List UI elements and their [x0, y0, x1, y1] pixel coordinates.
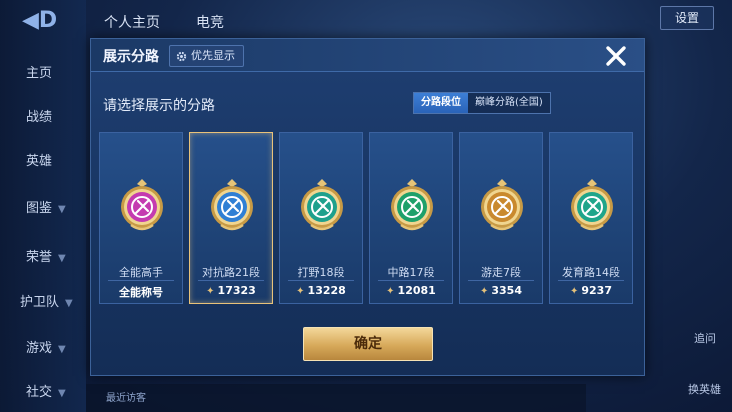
jungle-emblem-icon	[301, 179, 343, 231]
chevron-down-icon: ▼	[58, 253, 66, 264]
segment-peak-lane[interactable]: 巅峰分路(全国)	[468, 93, 550, 113]
settings-button[interactable]: 设置	[660, 6, 714, 30]
close-icon[interactable]	[603, 43, 629, 69]
nav-label: 英雄	[26, 154, 53, 169]
lane-card[interactable]: 游走7段 ✦ 3354	[459, 132, 543, 304]
lane-score: ✦ 17323	[190, 284, 272, 297]
rank-wing-icon: ✦	[386, 286, 395, 297]
rank-wing-icon: ✦	[569, 286, 579, 297]
chevron-down-icon: ▼	[58, 344, 66, 355]
lane-score-value: 全能称号	[119, 286, 163, 299]
dialog-header: 展示分路 优先显示	[91, 39, 644, 72]
all-round-emblem-icon	[121, 179, 163, 231]
lane-score: ✦ 13228	[280, 284, 362, 297]
card-divider	[558, 280, 624, 281]
chevron-down-icon: ▼	[65, 298, 73, 309]
priority-display-label: 优先显示	[191, 49, 235, 62]
card-divider	[108, 280, 174, 281]
lane-role-label: 发育路14段	[562, 266, 620, 279]
lane-score-value: 9237	[581, 284, 612, 297]
farm-lane-emblem-icon	[571, 179, 613, 231]
lane-role-label: 对抗路21段	[202, 266, 260, 279]
lane-role-label: 全能高手	[119, 266, 163, 279]
roam-emblem-icon	[481, 179, 523, 231]
tab-profile[interactable]: 个人主页	[104, 12, 160, 32]
nav-item-codex[interactable]: 图鉴 ▼	[0, 197, 86, 216]
lane-mode-switch: 分路段位 巅峰分路(全国)	[413, 92, 551, 114]
lane-score-value: 13228	[307, 284, 346, 297]
lane-score-value: 17323	[217, 284, 256, 297]
recent-visitors-label[interactable]: 最近访客	[106, 389, 146, 404]
lane-score-value: 3354	[491, 284, 522, 297]
rank-wing-icon: ✦	[479, 286, 489, 297]
lane-card-list: 全能高手 全能称号 对抗路21段 ✦ 17323 打野18段 ✦ 13228 中路17段 ✦ 120…	[99, 132, 639, 304]
dialog-title: 展示分路	[103, 49, 159, 65]
nav-label: 战绩	[26, 110, 53, 125]
nav-item-games[interactable]: 游戏 ▼	[0, 337, 86, 356]
lane-role-label: 中路17段	[387, 266, 435, 279]
nav-item-heroes[interactable]: 英雄	[0, 150, 86, 169]
gear-icon	[176, 51, 187, 61]
lane-role-label: 打野18段	[297, 266, 345, 279]
change-hero-label[interactable]: 换英雄	[688, 381, 721, 397]
follow-up-label[interactable]: 追问	[694, 330, 716, 346]
segment-lane-rank[interactable]: 分路段位	[414, 93, 468, 113]
mid-lane-emblem-icon	[391, 179, 433, 231]
nav-label: 护卫队	[20, 295, 60, 310]
card-divider	[198, 280, 264, 281]
lane-card[interactable]: 打野18段 ✦ 13228	[279, 132, 363, 304]
lane-role-label: 游走7段	[481, 266, 521, 279]
nav-label: 社交	[26, 385, 53, 400]
nav-item-records[interactable]: 战绩	[0, 106, 86, 125]
nav-item-guard[interactable]: 护卫队 ▼	[0, 291, 86, 310]
nav-item-social[interactable]: 社交 ▼	[0, 381, 86, 400]
nav-item-honor[interactable]: 荣誉 ▼	[0, 246, 86, 265]
lane-score: ✦ 12081	[370, 284, 452, 297]
lane-score: 全能称号	[100, 284, 182, 300]
nav-label: 荣誉	[26, 250, 53, 265]
rank-wing-icon: ✦	[296, 286, 305, 297]
lane-score: ✦ 9237	[550, 284, 632, 297]
app-logo: ◀D	[22, 8, 58, 33]
lane-score-value: 12081	[397, 284, 436, 297]
dialog-subtitle: 请选择展示的分路	[103, 98, 215, 114]
priority-display-button[interactable]: 优先显示	[169, 45, 244, 67]
lane-card[interactable]: 对抗路21段 ✦ 17323	[189, 132, 273, 304]
chevron-down-icon: ▼	[58, 388, 66, 399]
lane-card[interactable]: 中路17段 ✦ 12081	[369, 132, 453, 304]
nav-label: 主页	[26, 66, 53, 81]
card-divider	[378, 280, 444, 281]
rank-wing-icon: ✦	[206, 286, 215, 297]
confirm-button[interactable]: 确定	[303, 327, 433, 361]
nav-item-home[interactable]: 主页	[0, 62, 86, 81]
lane-display-dialog: 展示分路 优先显示 请选择展示的分路 分路段位 巅峰分路(全国) 全能高手全能称…	[90, 38, 645, 376]
lane-score: ✦ 3354	[460, 284, 542, 297]
clash-lane-emblem-icon	[211, 179, 253, 231]
lane-card[interactable]: 发育路14段 ✦ 9237	[549, 132, 633, 304]
nav-label: 图鉴	[26, 201, 53, 216]
tab-esports[interactable]: 电竞	[196, 12, 224, 32]
lane-card[interactable]: 全能高手 全能称号	[99, 132, 183, 304]
card-divider	[468, 280, 534, 281]
nav-label: 游戏	[26, 341, 53, 356]
card-divider	[288, 280, 354, 281]
bottom-bar	[86, 384, 586, 412]
chevron-down-icon: ▼	[58, 204, 66, 215]
